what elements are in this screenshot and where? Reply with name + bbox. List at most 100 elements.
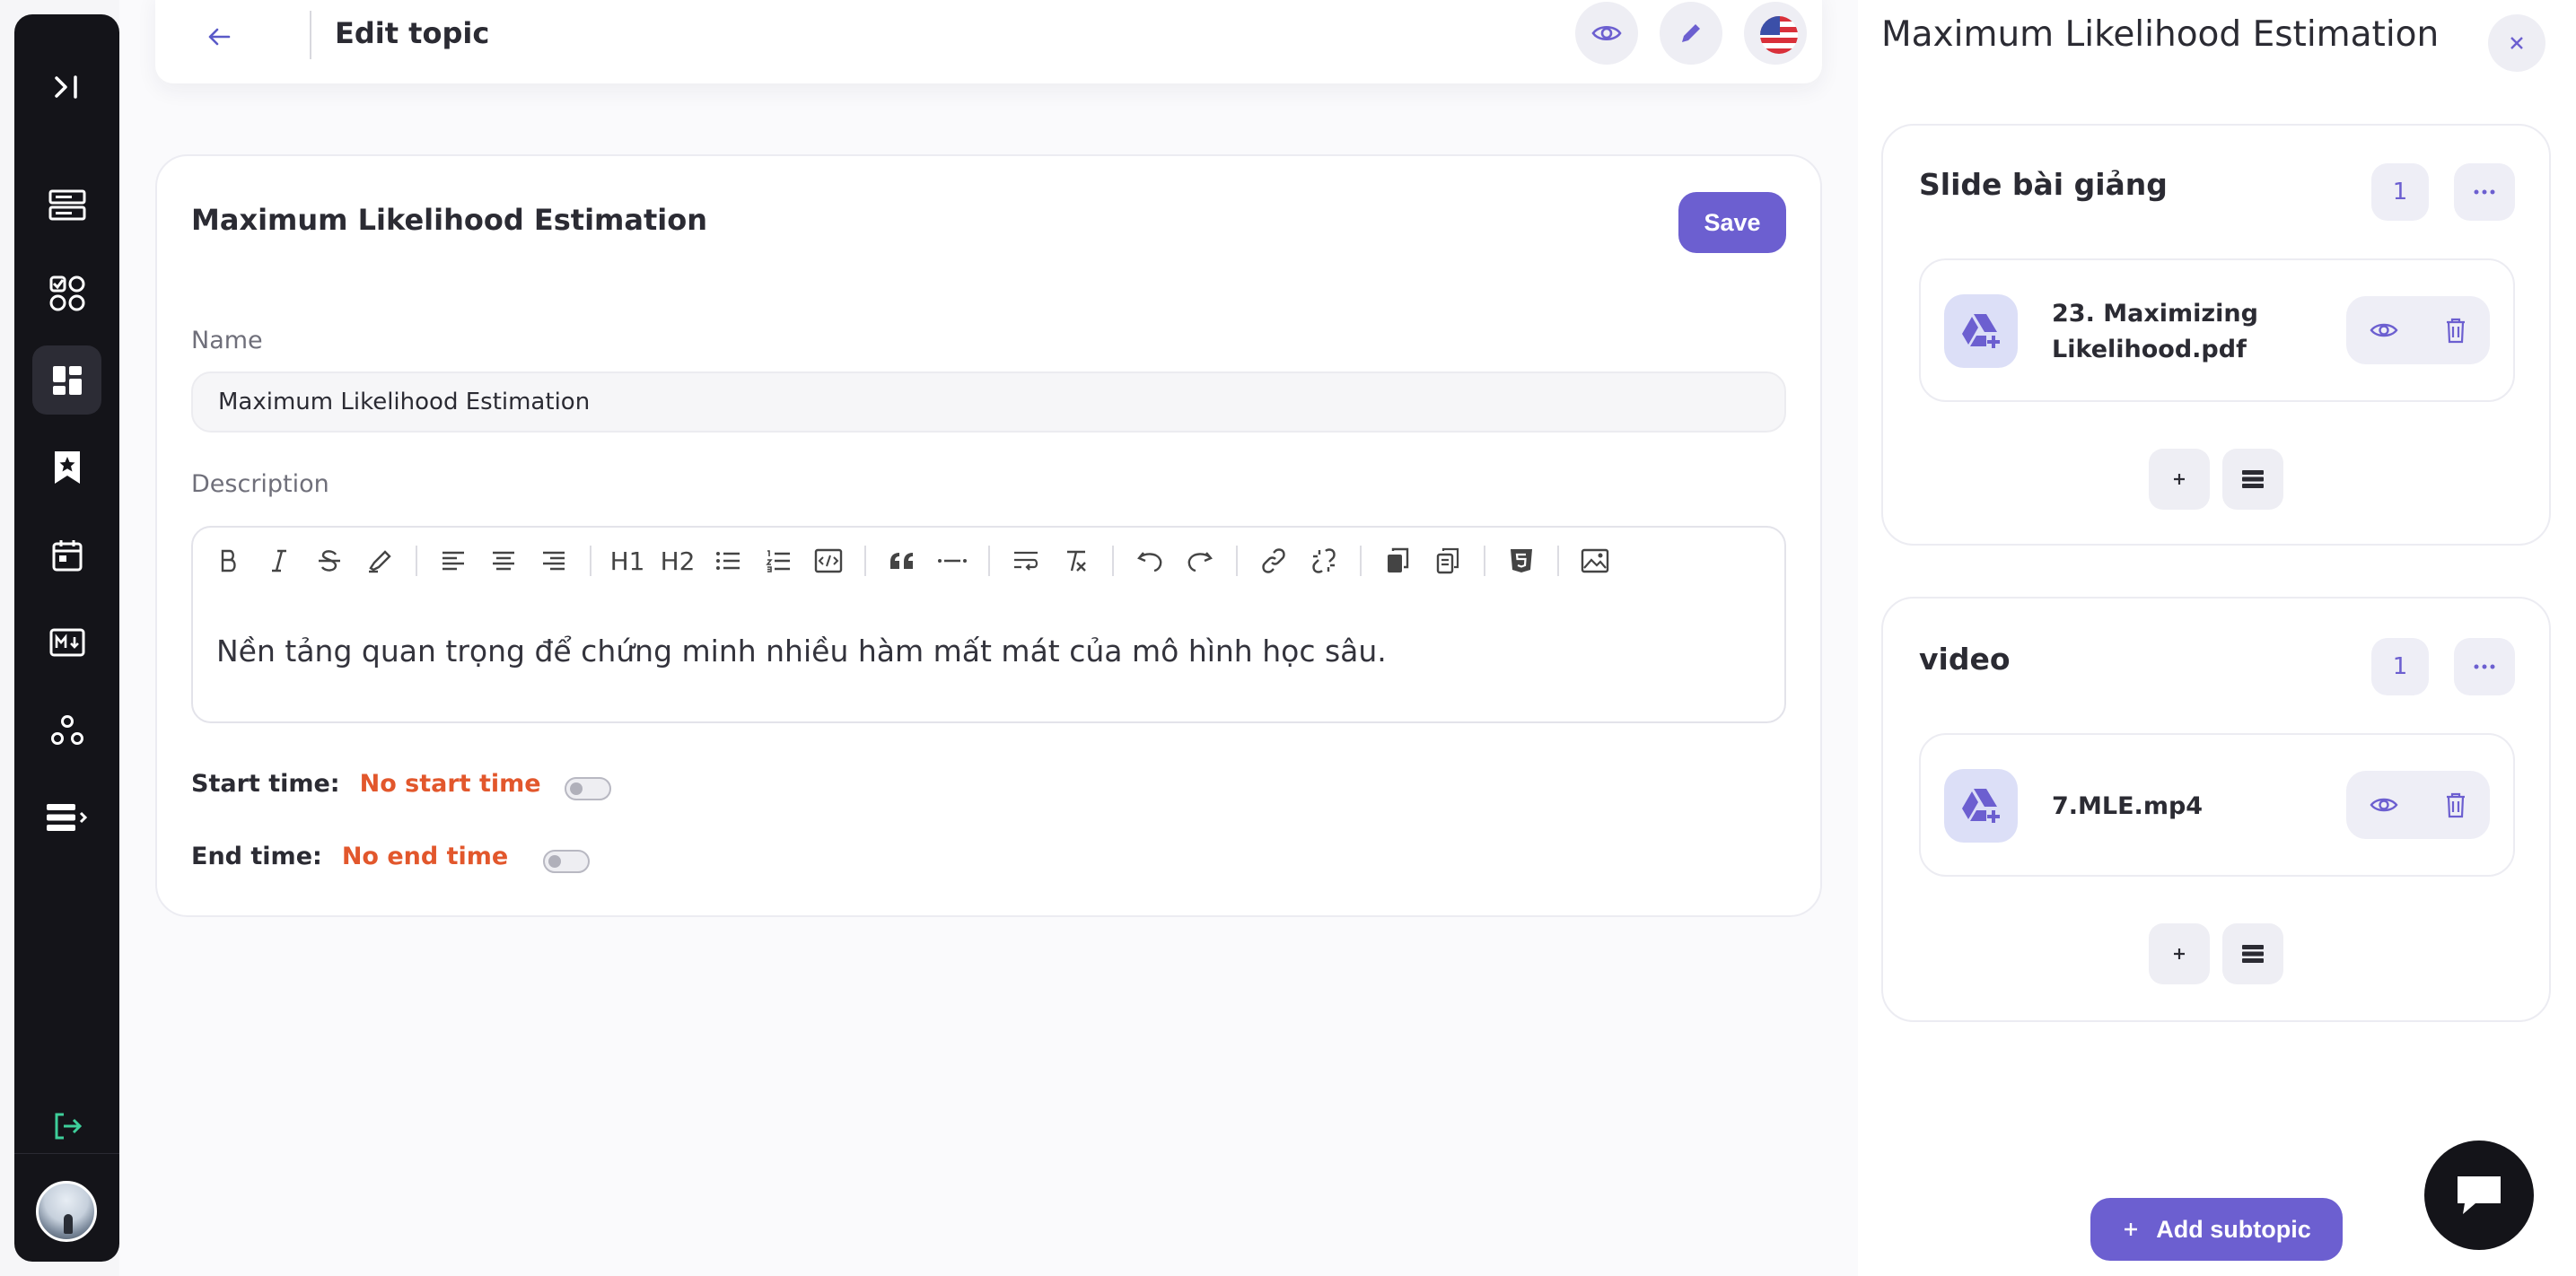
file-item[interactable]: 23. Maximizing Likelihood.pdf xyxy=(1919,258,2515,402)
file-name: 7.MLE.mp4 xyxy=(2052,789,2203,825)
align-center-button[interactable] xyxy=(478,536,529,586)
paste-button[interactable] xyxy=(1423,536,1473,586)
toolbar-separator xyxy=(1557,546,1559,576)
end-time-value: No end time xyxy=(341,843,509,870)
unlink-button[interactable] xyxy=(1299,536,1349,586)
chat-button[interactable] xyxy=(2424,1141,2534,1250)
html-button[interactable] xyxy=(1496,536,1546,586)
heading1-label: H1 xyxy=(609,546,645,576)
heading2-label: H2 xyxy=(660,546,696,576)
eye-icon xyxy=(1591,25,1622,41)
markdown-icon xyxy=(49,628,84,656)
language-flag-icon[interactable] xyxy=(1760,16,1798,54)
panel-title: Maximum Likelihood Estimation xyxy=(1881,14,2440,55)
sidebar-divider xyxy=(14,1153,119,1154)
description-content[interactable]: Nền tảng quan trọng để chứng minh nhiều … xyxy=(216,634,1387,669)
plus-icon xyxy=(2174,474,2185,485)
section-title: Slide bài giảng xyxy=(1919,167,2168,202)
sidebar xyxy=(14,14,119,1262)
sidebar-item-community[interactable] xyxy=(32,695,101,765)
section-more-button[interactable] xyxy=(2454,163,2515,221)
code-block-button[interactable] xyxy=(803,536,854,586)
strikethrough-icon xyxy=(319,550,340,572)
name-input[interactable] xyxy=(191,371,1786,433)
editor-toolbar: H1 H2 xyxy=(193,528,1784,594)
code-block-icon xyxy=(814,548,843,573)
copy-icon xyxy=(1388,547,1409,572)
italic-button[interactable] xyxy=(254,536,304,586)
add-subtopic-button[interactable]: Add subtopic xyxy=(2090,1198,2343,1261)
more-horizontal-icon xyxy=(2474,664,2495,669)
delete-file-button[interactable] xyxy=(2445,791,2466,818)
avatar[interactable] xyxy=(36,1181,97,1242)
more-horizontal-icon xyxy=(2474,189,2495,195)
sidebar-item-calendar[interactable] xyxy=(32,520,101,590)
sidebar-item-tasks[interactable] xyxy=(32,258,101,328)
undo-icon xyxy=(1137,552,1162,572)
highlight-button[interactable] xyxy=(355,536,405,586)
eye-icon xyxy=(2370,323,2398,337)
strikethrough-button[interactable] xyxy=(304,536,355,586)
save-button[interactable]: Save xyxy=(1678,192,1786,253)
wrap-text-button[interactable] xyxy=(1001,536,1051,586)
sidebar-item-more-menu[interactable] xyxy=(32,782,101,852)
end-time-toggle[interactable] xyxy=(543,850,590,873)
image-icon xyxy=(1581,548,1609,573)
heading1-button[interactable]: H1 xyxy=(602,536,653,586)
file-name: 23. Maximizing Likelihood.pdf xyxy=(2052,296,2258,368)
main-content: Edit topic Maximum Likelihood Estimation… xyxy=(119,0,1858,1276)
calendar-icon xyxy=(52,539,82,571)
file-item[interactable]: 7.MLE.mp4 xyxy=(1919,733,2515,877)
sidebar-item-bookmarks[interactable] xyxy=(32,433,101,502)
add-file-button[interactable] xyxy=(2149,923,2210,984)
delete-file-button[interactable] xyxy=(2445,317,2466,344)
bold-button[interactable] xyxy=(204,536,254,586)
start-time-value: No start time xyxy=(359,770,541,798)
sidebar-item-markdown[interactable] xyxy=(32,607,101,677)
add-file-button[interactable] xyxy=(2149,449,2210,510)
wrap-text-icon xyxy=(1014,551,1038,571)
italic-icon xyxy=(272,549,286,572)
toolbar-separator xyxy=(988,546,990,576)
item-count-badge: 1 xyxy=(2371,163,2429,221)
toolbar-separator xyxy=(864,546,866,576)
link-button[interactable] xyxy=(1249,536,1299,586)
clear-format-button[interactable] xyxy=(1051,536,1101,586)
clear-format-icon xyxy=(1067,550,1086,572)
description-editor: H1 H2 Nền tảng quan trọng để chứng minh … xyxy=(191,526,1786,723)
start-time-toggle[interactable] xyxy=(565,777,611,800)
view-file-button[interactable] xyxy=(2370,795,2398,815)
align-right-button[interactable] xyxy=(529,536,579,586)
pencil-icon xyxy=(1682,24,1700,42)
google-drive-add-icon xyxy=(1944,769,2018,843)
sidebar-item-dashboard[interactable] xyxy=(32,345,101,415)
eye-icon xyxy=(2370,798,2398,812)
section-more-button[interactable] xyxy=(2454,638,2515,695)
copy-button[interactable] xyxy=(1372,536,1423,586)
heading2-button[interactable]: H2 xyxy=(653,536,703,586)
redo-button[interactable] xyxy=(1175,536,1225,586)
edit-button[interactable] xyxy=(1660,2,1722,65)
horizontal-rule-icon xyxy=(938,559,967,563)
close-panel-button[interactable] xyxy=(2488,14,2545,72)
name-label: Name xyxy=(191,327,263,354)
add-from-library-button[interactable] xyxy=(2222,923,2283,984)
ordered-list-button[interactable] xyxy=(753,536,803,586)
toolbar-separator xyxy=(1484,546,1485,576)
view-file-button[interactable] xyxy=(2370,320,2398,340)
ordered-list-icon xyxy=(766,550,790,572)
logout-button[interactable] xyxy=(32,1091,101,1160)
insert-image-button[interactable] xyxy=(1570,536,1620,586)
horizontal-rule-button[interactable] xyxy=(927,536,977,586)
blockquote-button[interactable] xyxy=(877,536,927,586)
stack-list-icon xyxy=(2242,945,2264,963)
expand-sidebar-button[interactable] xyxy=(32,52,101,121)
add-from-library-button[interactable] xyxy=(2222,449,2283,510)
bullet-list-button[interactable] xyxy=(703,536,753,586)
align-left-button[interactable] xyxy=(428,536,478,586)
preview-button[interactable] xyxy=(1575,2,1638,65)
back-button[interactable] xyxy=(202,20,236,54)
undo-button[interactable] xyxy=(1125,536,1175,586)
sidebar-item-courses[interactable] xyxy=(32,170,101,240)
checklist-grid-icon xyxy=(49,275,84,310)
